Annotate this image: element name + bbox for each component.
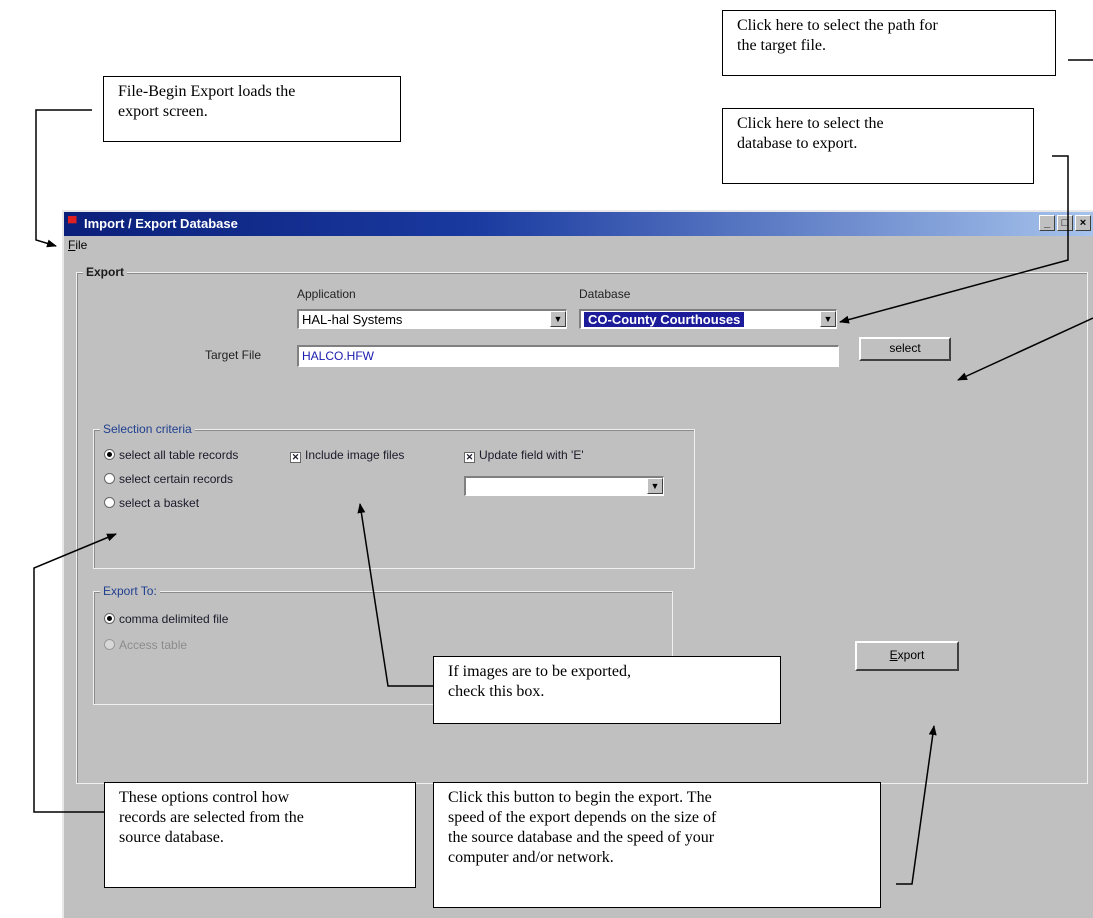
window-controls: _ □ × — [1039, 215, 1091, 231]
chevron-down-icon[interactable]: ▼ — [647, 478, 663, 494]
callout-images: If images are to be exported, check this… — [433, 656, 781, 724]
select-path-button[interactable]: select — [859, 337, 951, 361]
database-label: Database — [579, 287, 631, 301]
target-file-input[interactable]: HALCO.HFW — [297, 345, 839, 367]
option-select-all[interactable]: select all table records — [104, 448, 238, 462]
export-button[interactable]: Export — [855, 641, 959, 671]
option-comma-delimited[interactable]: comma delimited file — [104, 612, 228, 626]
callout-export-button: Click this button to begin the export. T… — [433, 782, 881, 908]
menu-file-rest: ile — [75, 238, 88, 252]
callout-database: Click here to select the database to exp… — [722, 108, 1034, 184]
option-select-all-label: select all table records — [119, 448, 239, 462]
selection-criteria-label: Selection criteria — [100, 422, 195, 436]
minimize-button[interactable]: _ — [1039, 215, 1055, 231]
export-group-label: Export — [83, 265, 128, 279]
option-select-certain-label: select certain records — [119, 472, 234, 486]
include-images-checkbox[interactable]: ✕ Include image files — [290, 448, 404, 463]
checkbox-checked-icon[interactable]: ✕ — [290, 452, 301, 463]
application-select[interactable]: HAL-hal Systems ▼ — [297, 309, 567, 329]
export-button-accel: E — [889, 648, 898, 662]
database-select[interactable]: CO-County Courthouses ▼ — [579, 309, 837, 329]
update-field-checkbox[interactable]: ✕ Update field with 'E' — [464, 448, 584, 463]
menu-bar: File — [68, 238, 87, 252]
update-field-select[interactable]: ▼ — [464, 476, 664, 496]
application-label: Application — [297, 287, 356, 301]
export-button-rest: xport — [897, 648, 925, 662]
chevron-down-icon[interactable]: ▼ — [550, 311, 566, 327]
maximize-button[interactable]: □ — [1057, 215, 1073, 231]
app-icon: ▀ — [68, 216, 77, 230]
option-access-table-label: Access table — [119, 638, 188, 652]
database-value: CO-County Courthouses — [584, 312, 745, 327]
include-images-label: Include image files — [305, 448, 405, 462]
option-access-table: Access table — [104, 638, 187, 652]
chevron-down-icon[interactable]: ▼ — [820, 311, 836, 327]
target-file-label: Target File — [205, 348, 262, 362]
menu-file[interactable]: File — [68, 238, 87, 252]
callout-begin-export: File-Begin Export loads the export scree… — [103, 76, 401, 142]
callout-target-path: Click here to select the path for the ta… — [722, 10, 1056, 76]
application-value: HAL-hal Systems — [302, 312, 403, 327]
option-select-basket-label: select a basket — [119, 496, 200, 510]
close-button[interactable]: × — [1075, 215, 1091, 231]
window-title: Import / Export Database — [84, 216, 238, 231]
option-select-certain[interactable]: select certain records — [104, 472, 233, 486]
option-select-basket[interactable]: select a basket — [104, 496, 199, 510]
selection-criteria-group: Selection criteria select all table reco… — [93, 422, 695, 569]
update-field-label: Update field with 'E' — [479, 448, 584, 462]
checkbox-checked-icon[interactable]: ✕ — [464, 452, 475, 463]
callout-selection-options: These options control how records are se… — [104, 782, 416, 888]
radio-disabled-icon — [104, 639, 115, 650]
radio-selected-icon[interactable] — [104, 449, 115, 460]
radio-selected-icon[interactable] — [104, 613, 115, 624]
export-to-label: Export To: — [100, 584, 160, 598]
option-comma-delimited-label: comma delimited file — [119, 612, 229, 626]
radio-icon[interactable] — [104, 497, 115, 508]
title-bar[interactable]: ▀ Import / Export Database _ □ × — [64, 212, 1093, 236]
radio-icon[interactable] — [104, 473, 115, 484]
